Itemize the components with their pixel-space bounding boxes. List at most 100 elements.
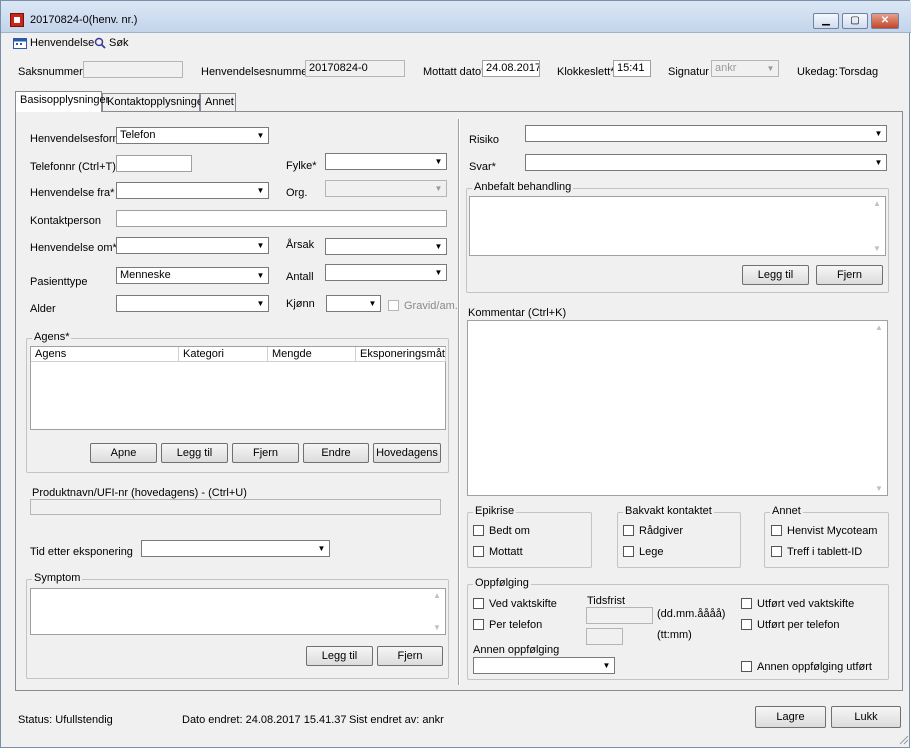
henvendelsesnummer-label: Henvendelsesnummer	[201, 66, 312, 78]
tidsfrist-label: Tidsfrist	[587, 595, 626, 607]
utfort-telefon-label: Utført per telefon	[757, 619, 840, 631]
apne-button[interactable]: Apne	[90, 443, 157, 463]
anbefalt-fjern-button[interactable]: Fjern	[816, 265, 883, 285]
radgiver-label: Rådgiver	[639, 525, 684, 537]
minimize-button[interactable]: ▁	[813, 13, 839, 29]
kjonn-select[interactable]: ▼	[326, 295, 381, 312]
column-divider	[458, 119, 460, 685]
endre-button[interactable]: Endre	[303, 443, 369, 463]
pasienttype-select[interactable]: Menneske ▼	[116, 267, 269, 284]
tab-kontaktopplysninger[interactable]: Kontaktopplysninger	[102, 93, 207, 111]
henvendelse-om-label: Henvendelse om*	[30, 242, 117, 254]
lukk-button[interactable]: Lukk	[831, 706, 901, 728]
menu-sok-label: Søk	[109, 37, 129, 49]
symptom-legg-til-button[interactable]: Legg til	[306, 646, 373, 666]
mycoteam-checkbox[interactable]	[771, 525, 782, 536]
utfort-vaktskifte-checkbox[interactable]	[741, 598, 752, 609]
tab-basisopplysninger[interactable]: Basisopplysninger	[15, 91, 109, 112]
chevron-down-icon: ▼	[434, 242, 443, 251]
menu-henvendelse[interactable]: Henvendelse	[13, 37, 94, 49]
alder-select[interactable]: ▼	[116, 295, 269, 312]
mottatt-dato-field[interactable]: 24.08.2017	[482, 60, 540, 77]
maximize-button[interactable]: ▢	[842, 13, 868, 29]
oppfolging-group-title: Oppfølging	[473, 577, 531, 589]
scroll-down-icon: ▼	[873, 244, 881, 253]
tid-etter-label: Tid etter eksponering	[30, 546, 133, 558]
kommentar-label: Kommentar (Ctrl+K)	[468, 307, 567, 319]
main-window: 20170824-0(henv. nr.) ▁ ▢ ✕ Henvendelse …	[0, 0, 911, 748]
symptom-textarea[interactable]: ▲ ▼	[30, 588, 446, 635]
agens-list[interactable]: Agens Kategori Mengde Eksponeringsmåte	[30, 346, 446, 430]
bedt-om-label: Bedt om	[489, 525, 530, 537]
agens-fjern-button[interactable]: Fjern	[232, 443, 299, 463]
chevron-down-icon: ▼	[256, 271, 265, 280]
org-select: ▼	[325, 180, 447, 197]
scroll-down-icon: ▼	[433, 623, 441, 632]
fylke-select[interactable]: ▼	[325, 153, 447, 170]
chevron-down-icon: ▼	[874, 158, 883, 167]
anbefalt-textarea[interactable]: ▲ ▼	[469, 196, 886, 256]
bedt-om-checkbox[interactable]	[473, 525, 484, 536]
chevron-down-icon: ▼	[368, 299, 377, 308]
risiko-select[interactable]: ▼	[525, 125, 887, 142]
henvendelsesform-select[interactable]: Telefon ▼	[116, 127, 269, 144]
kontaktperson-label: Kontaktperson	[30, 215, 101, 227]
annen-oppfolging-select[interactable]: ▼	[473, 657, 615, 674]
org-label: Org.	[286, 187, 308, 199]
resize-grip-icon[interactable]	[897, 733, 909, 745]
chevron-down-icon: ▼	[766, 64, 775, 73]
tidsfrist-date-field	[586, 607, 653, 624]
agens-col-header[interactable]: Agens	[31, 347, 179, 362]
telefonnr-label: Telefonnr (Ctrl+T)	[30, 161, 116, 173]
per-telefon-checkbox[interactable]	[473, 619, 484, 630]
tab-annet[interactable]: Annet	[200, 93, 236, 111]
anbefalt-scrollbar[interactable]: ▲ ▼	[870, 197, 885, 255]
telefonnr-field[interactable]	[116, 155, 192, 172]
kommentar-scrollbar[interactable]: ▲ ▼	[872, 321, 887, 495]
symptom-group-title: Symptom	[32, 572, 83, 584]
menu-sok[interactable]: Søk	[94, 37, 129, 49]
kontaktperson-field[interactable]	[116, 210, 447, 227]
window-title: 20170824-0(henv. nr.)	[30, 14, 138, 26]
henvendelse-fra-select[interactable]: ▼	[116, 182, 269, 199]
henvendelsesnummer-field: 20170824-0	[305, 60, 405, 77]
annen-utfort-checkbox[interactable]	[741, 661, 752, 672]
kommentar-textarea[interactable]: ▲ ▼	[467, 320, 888, 496]
utfort-telefon-checkbox[interactable]	[741, 619, 752, 630]
fylke-label: Fylke*	[286, 160, 317, 172]
lagre-button[interactable]: Lagre	[755, 706, 826, 728]
symptom-fjern-button[interactable]: Fjern	[377, 646, 443, 666]
annet-group-title: Annet	[770, 505, 803, 517]
mottatt-checkbox[interactable]	[473, 546, 484, 557]
anbefalt-legg-til-button[interactable]: Legg til	[742, 265, 809, 285]
symptom-scrollbar[interactable]: ▲ ▼	[430, 589, 445, 634]
hovedagens-button[interactable]: Hovedagens	[373, 443, 441, 463]
arsak-select[interactable]: ▼	[325, 238, 447, 255]
kjonn-label: Kjønn	[286, 298, 315, 310]
search-icon	[94, 37, 106, 49]
date-format-hint: (dd.mm.åååå)	[657, 608, 726, 620]
ved-vaktskifte-checkbox[interactable]	[473, 598, 484, 609]
radgiver-checkbox[interactable]	[623, 525, 634, 536]
signatur-label: Signatur	[668, 66, 709, 78]
tablett-id-checkbox[interactable]	[771, 546, 782, 557]
ukedag-value: Torsdag	[839, 66, 879, 78]
chevron-down-icon: ▼	[602, 661, 611, 670]
chevron-down-icon: ▼	[317, 544, 326, 553]
close-button[interactable]: ✕	[871, 13, 899, 29]
mengde-col-header[interactable]: Mengde	[268, 347, 356, 362]
app-icon	[10, 13, 24, 27]
agens-legg-til-button[interactable]: Legg til	[161, 443, 228, 463]
svar-select[interactable]: ▼	[525, 154, 887, 171]
kategori-col-header[interactable]: Kategori	[179, 347, 268, 362]
saksnummer-label: Saksnummer	[18, 66, 83, 78]
eksponeringsmate-col-header[interactable]: Eksponeringsmåte	[356, 347, 446, 362]
calendar-icon	[13, 37, 27, 49]
tid-etter-select[interactable]: ▼	[141, 540, 330, 557]
klokkeslett-field[interactable]: 15:41	[613, 60, 651, 77]
antall-select[interactable]: ▼	[325, 264, 447, 281]
epikrise-group: Epikrise	[467, 505, 592, 568]
lege-checkbox[interactable]	[623, 546, 634, 557]
gravid-checkbox	[388, 300, 399, 311]
henvendelse-om-select[interactable]: ▼	[116, 237, 269, 254]
